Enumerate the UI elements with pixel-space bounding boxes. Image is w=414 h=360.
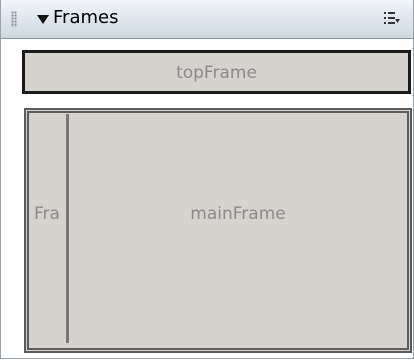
left-frame[interactable]: Fra — [30, 114, 69, 343]
left-frame-label: Fra — [34, 204, 60, 224]
collapse-triangle-icon[interactable] — [37, 15, 49, 24]
top-frame-label: topFrame — [176, 63, 257, 83]
panel-header[interactable]: Frames — [1, 0, 413, 39]
top-frame[interactable]: topFrame — [22, 50, 411, 94]
frames-panel: Frames topFrame Fra mainFrame — [0, 0, 414, 359]
panel-title: Frames — [53, 7, 119, 28]
grip-icon[interactable] — [11, 11, 17, 27]
frames-preview: topFrame Fra mainFrame — [11, 45, 413, 357]
main-frame-label: mainFrame — [190, 204, 286, 224]
nested-frameset[interactable]: Fra mainFrame — [24, 108, 412, 353]
main-frame[interactable]: mainFrame — [70, 114, 406, 343]
options-menu-icon[interactable] — [383, 10, 401, 26]
